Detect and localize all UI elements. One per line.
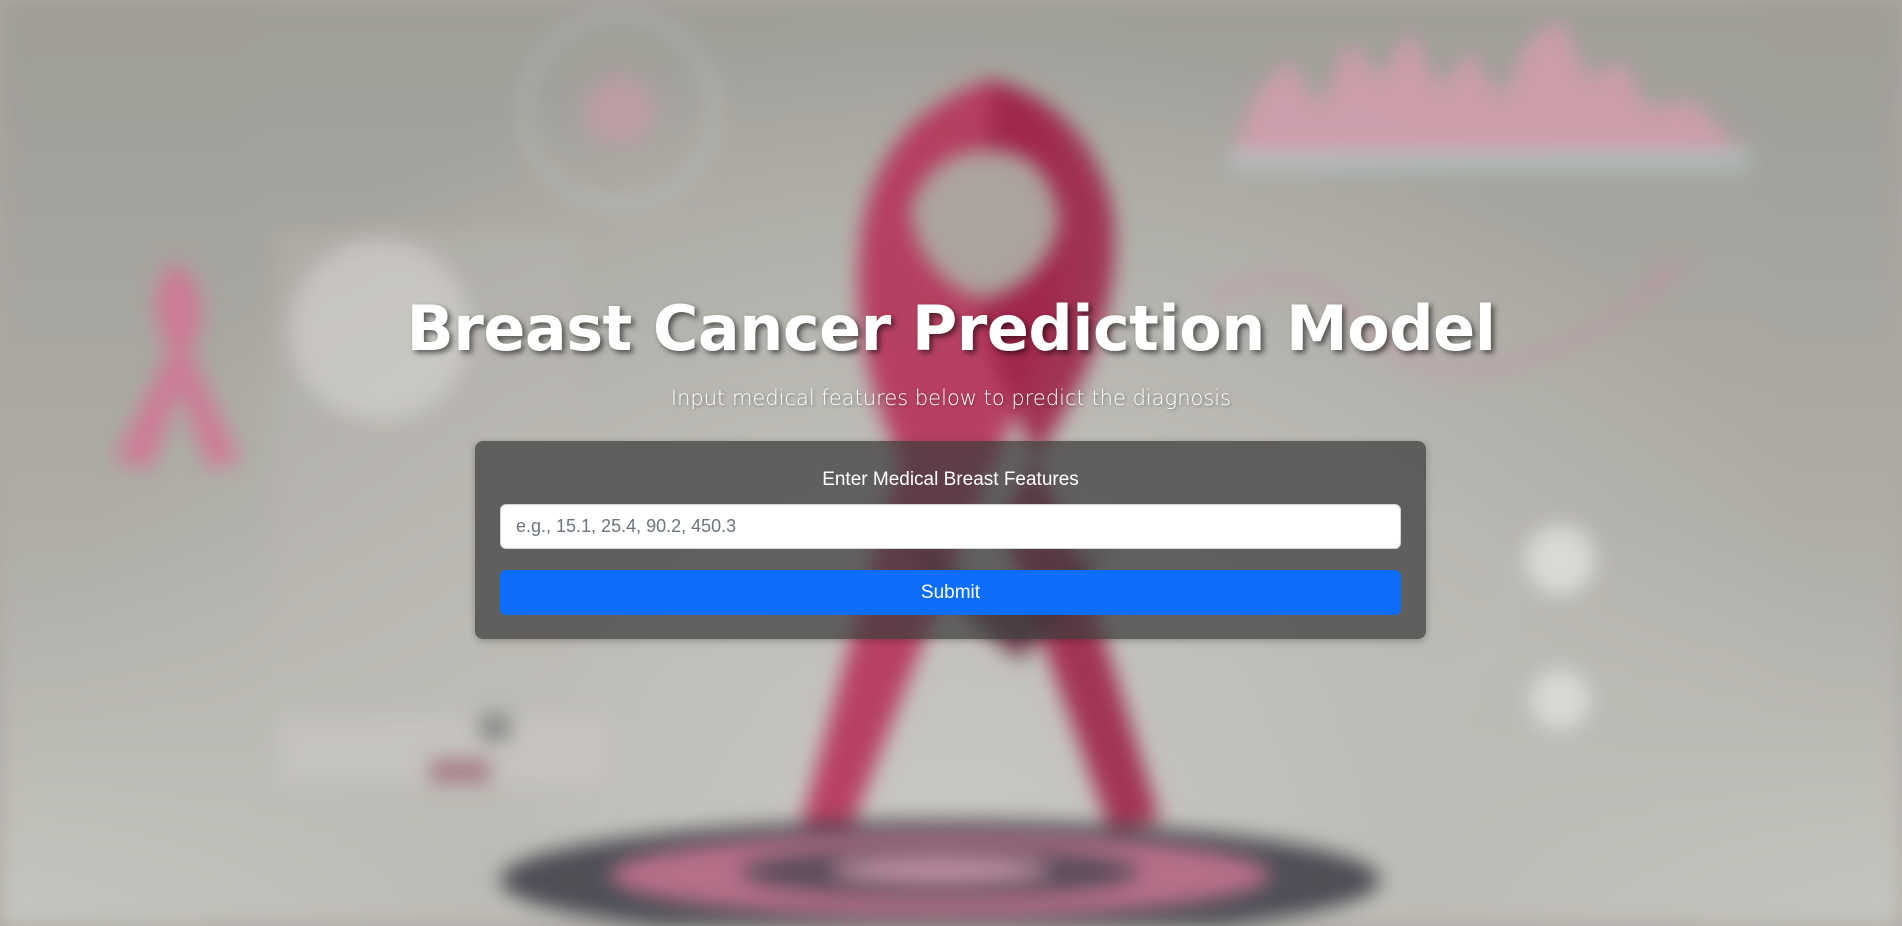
prediction-form-card: Enter Medical Breast Features Submit xyxy=(475,441,1426,639)
page-subtitle: Input medical features below to predict … xyxy=(670,386,1232,410)
submit-button[interactable]: Submit xyxy=(500,570,1401,615)
page: Breast Cancer Prediction Model Input med… xyxy=(0,0,1902,926)
features-label: Enter Medical Breast Features xyxy=(822,469,1079,490)
page-title: Breast Cancer Prediction Model xyxy=(406,292,1496,365)
features-input[interactable] xyxy=(500,504,1401,549)
main-content: Breast Cancer Prediction Model Input med… xyxy=(0,0,1902,926)
